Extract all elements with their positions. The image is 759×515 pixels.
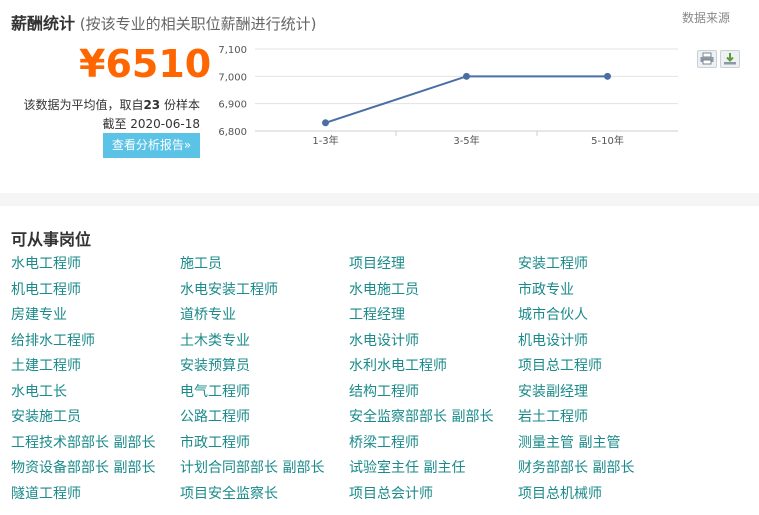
job-link[interactable]: 水电施工员 — [349, 280, 518, 306]
job-link[interactable]: 工程技术部部长 副部长 — [11, 433, 180, 459]
job-link[interactable]: 给排水工程师 — [11, 331, 180, 357]
print-button[interactable] — [697, 50, 717, 68]
y-tick-label: 6,800 — [218, 127, 247, 138]
job-link[interactable]: 市政工程师 — [180, 433, 349, 459]
job-link[interactable]: 电气工程师 — [180, 382, 349, 408]
job-link[interactable]: 安装施工员 — [11, 407, 180, 433]
job-link[interactable]: 财务部部长 副部长 — [518, 458, 687, 484]
average-salary-value: ¥6510 — [79, 42, 212, 86]
job-link[interactable]: 道桥专业 — [180, 305, 349, 331]
job-link[interactable]: 项目经理 — [349, 254, 518, 280]
salary-stats-subtitle: (按该专业的相关职位薪酬进行统计) — [79, 15, 317, 33]
job-link[interactable]: 水电工长 — [11, 382, 180, 408]
job-link[interactable]: 施工员 — [180, 254, 349, 280]
x-tick-label: 3-5年 — [453, 134, 479, 147]
job-link[interactable]: 项目总机械师 — [518, 484, 687, 510]
job-link[interactable]: 安装预算员 — [180, 356, 349, 382]
printer-icon — [700, 52, 714, 65]
job-link[interactable]: 项目总工程师 — [518, 356, 687, 382]
job-link[interactable]: 安全监察部部长 副部长 — [349, 407, 518, 433]
view-report-button[interactable]: 查看分析报告» — [103, 133, 200, 158]
job-link[interactable]: 隧道工程师 — [11, 484, 180, 510]
sample-note: 该数据为平均值，取自23 份样本 — [23, 96, 200, 113]
download-icon — [724, 53, 736, 65]
x-tick-label: 1-3年 — [312, 134, 338, 147]
sample-count: 23 — [143, 98, 161, 112]
job-link[interactable]: 结构工程师 — [349, 382, 518, 408]
job-link[interactable]: 测量主管 副主管 — [518, 433, 687, 459]
y-tick-label: 6,900 — [218, 100, 247, 111]
jobs-section-title: 可从事岗位 — [11, 230, 92, 249]
job-link[interactable]: 桥梁工程师 — [349, 433, 518, 459]
salary-stats-title: 薪酬统计 — [11, 14, 76, 33]
data-point — [604, 72, 611, 80]
panel-title: 薪酬统计 (按该专业的相关职位薪酬进行统计) — [11, 10, 317, 34]
job-link[interactable]: 土木类专业 — [180, 331, 349, 357]
job-link[interactable]: 土建工程师 — [11, 356, 180, 382]
download-button[interactable] — [720, 50, 740, 68]
job-link[interactable]: 房建专业 — [11, 305, 180, 331]
series-line — [325, 75, 608, 124]
job-link[interactable]: 安装工程师 — [518, 254, 687, 280]
sample-note-suffix: 份样本 — [163, 98, 200, 112]
job-link[interactable]: 机电工程师 — [11, 280, 180, 306]
x-tick-label: 5-10年 — [591, 134, 624, 147]
sample-note-prefix: 该数据为平均值，取自 — [23, 98, 144, 112]
salary-trend-chart: 7,100 7,000 6,900 6,800 1-3年 3-5年 5-10年 — [218, 45, 678, 147]
data-source-link[interactable]: 数据来源 — [682, 9, 730, 26]
data-point — [463, 72, 470, 80]
stats-date: 截至 2020-06-18 — [102, 117, 200, 131]
job-link[interactable]: 水电安装工程师 — [180, 280, 349, 306]
job-link[interactable]: 城市合伙人 — [518, 305, 687, 331]
job-link[interactable]: 项目安全监察长 — [180, 484, 349, 510]
job-link[interactable]: 水利水电工程师 — [349, 356, 518, 382]
job-link[interactable]: 机电设计师 — [518, 331, 687, 357]
jobs-list: 水电工程师 施工员 项目经理 安装工程师机电工程师 水电安装工程师 水电施工员 市政专业房建… — [11, 254, 751, 509]
job-link[interactable]: 水电工程师 — [11, 254, 180, 280]
job-link[interactable]: 工程经理 — [349, 305, 518, 331]
job-link[interactable]: 岩土工程师 — [518, 407, 687, 433]
job-link[interactable]: 市政专业 — [518, 280, 687, 306]
job-link[interactable]: 试验室主任 副主任 — [349, 458, 518, 484]
job-link[interactable]: 计划合同部部长 副部长 — [180, 458, 349, 484]
salary-panel: 薪酬统计 (按该专业的相关职位薪酬进行统计) 数据来源 ¥6510 该数据为平均… — [0, 0, 759, 193]
y-tick-label: 7,000 — [218, 72, 247, 83]
job-link[interactable]: 公路工程师 — [180, 407, 349, 433]
job-link[interactable]: 水电设计师 — [349, 331, 518, 357]
job-link[interactable]: 物资设备部部长 副部长 — [11, 458, 180, 484]
data-point — [322, 119, 329, 127]
job-link[interactable]: 项目总会计师 — [349, 484, 518, 510]
job-link[interactable]: 安装副经理 — [518, 382, 687, 408]
y-tick-label: 7,100 — [218, 45, 247, 56]
